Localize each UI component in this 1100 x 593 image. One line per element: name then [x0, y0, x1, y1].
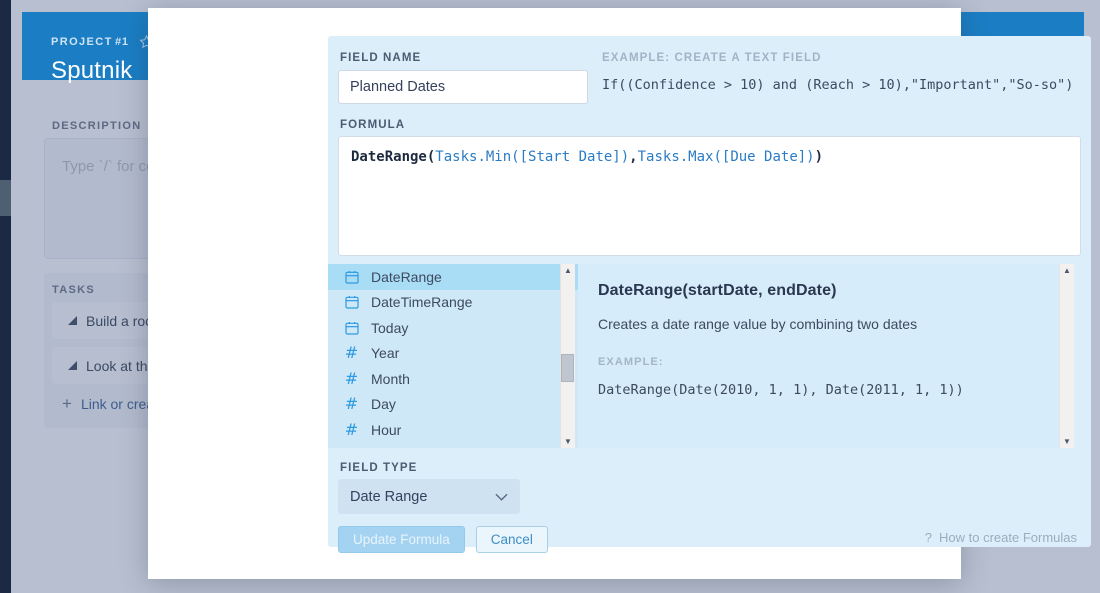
function-list-item-label: Day: [371, 396, 396, 412]
question-icon: ?: [925, 530, 932, 545]
function-list-item-label: Hour: [371, 422, 401, 438]
hash-icon: #: [343, 370, 360, 387]
function-list-item[interactable]: # Hour: [328, 417, 578, 443]
formula-label: FORMULA: [340, 119, 405, 131]
hash-icon: #: [343, 345, 360, 362]
project-kicker: PROJECT: [51, 36, 113, 48]
help-label: How to create Formulas: [939, 530, 1077, 545]
formula-token: Tasks.Min([Start Date]): [435, 149, 629, 165]
formula-token: Tasks.Max([Due Date]): [638, 149, 815, 165]
function-list-scroll-thumb[interactable]: [561, 354, 574, 382]
scroll-down-icon[interactable]: ▼: [564, 435, 572, 448]
hash-icon: #: [343, 421, 360, 438]
cancel-button[interactable]: Cancel: [476, 526, 548, 553]
task-type-icon: [68, 316, 77, 325]
project-number: #1: [115, 36, 129, 48]
function-list-item[interactable]: # Year: [328, 341, 578, 367]
help-link[interactable]: ? How to create Formulas: [925, 530, 1077, 545]
update-formula-button[interactable]: Update Formula: [338, 526, 465, 553]
function-list-item-label: Month: [371, 371, 410, 387]
function-list-item[interactable]: Today: [328, 315, 578, 341]
modal-actions: Update Formula Cancel: [338, 526, 548, 553]
function-list-item[interactable]: DateRange: [328, 264, 578, 290]
function-list-item-label: Today: [371, 320, 408, 336]
field-type-select[interactable]: Date Range: [338, 479, 520, 514]
scroll-up-icon[interactable]: ▲: [564, 264, 572, 277]
scroll-up-icon[interactable]: ▲: [1063, 264, 1071, 277]
function-list[interactable]: DateRange DateTimeRange Today # Year # Month # D…: [328, 264, 578, 448]
global-nav-rail[interactable]: [0, 0, 11, 593]
function-example-label: EXAMPLE:: [598, 356, 1039, 368]
function-list-item[interactable]: # Day: [328, 392, 578, 418]
formula-token: ,: [629, 149, 637, 165]
calendar-icon: [343, 294, 360, 311]
calendar-icon: [343, 319, 360, 336]
function-list-item[interactable]: # Month: [328, 366, 578, 392]
example-code: If((Confidence > 10) and (Reach > 10),"I…: [602, 77, 1073, 93]
function-list-item-label: DateTimeRange: [371, 294, 472, 310]
formula-modal: FIELD NAME EXAMPLE: CREATE A TEXT FIELD …: [148, 8, 961, 579]
function-list-item-label: DateRange: [371, 269, 442, 285]
field-type-value: Date Range: [350, 489, 427, 505]
formula-token: ): [815, 149, 823, 165]
chevron-down-icon: [495, 489, 508, 505]
function-detail-scrollbar[interactable]: ▲ ▼: [1059, 264, 1074, 448]
function-signature: DateRange(startDate, endDate): [598, 282, 1039, 300]
field-name-input[interactable]: [338, 70, 588, 104]
function-detail-pane: DateRange(startDate, endDate) Creates a …: [578, 264, 1059, 448]
formula-code: DateRange(Tasks.Min([Start Date]),Tasks.…: [351, 149, 823, 165]
task-type-icon: [68, 361, 77, 370]
hash-icon: #: [343, 396, 360, 413]
function-list-item-label: Year: [371, 345, 399, 361]
calendar-icon: [343, 268, 360, 285]
field-type-label: FIELD TYPE: [340, 462, 417, 474]
example-label: EXAMPLE: CREATE A TEXT FIELD: [602, 52, 822, 64]
rail-active-indicator: [0, 180, 11, 216]
function-description: Creates a date range value by combining …: [598, 316, 1039, 332]
formula-token: DateRange(: [351, 149, 435, 165]
app-root: PROJECT #1 Sputnik: [0, 0, 1100, 593]
formula-editor[interactable]: DateRange(Tasks.Min([Start Date]),Tasks.…: [338, 136, 1081, 256]
scroll-down-icon[interactable]: ▼: [1063, 435, 1071, 448]
tasks-label: TASKS: [52, 284, 95, 296]
function-list-item[interactable]: DateTimeRange: [328, 290, 578, 316]
plus-icon: +: [62, 395, 72, 412]
description-label: DESCRIPTION: [52, 120, 141, 132]
function-example-code: DateRange(Date(2010, 1, 1), Date(2011, 1…: [598, 382, 1039, 398]
formula-panel: FIELD NAME EXAMPLE: CREATE A TEXT FIELD …: [328, 36, 1091, 547]
field-name-label: FIELD NAME: [340, 52, 421, 64]
